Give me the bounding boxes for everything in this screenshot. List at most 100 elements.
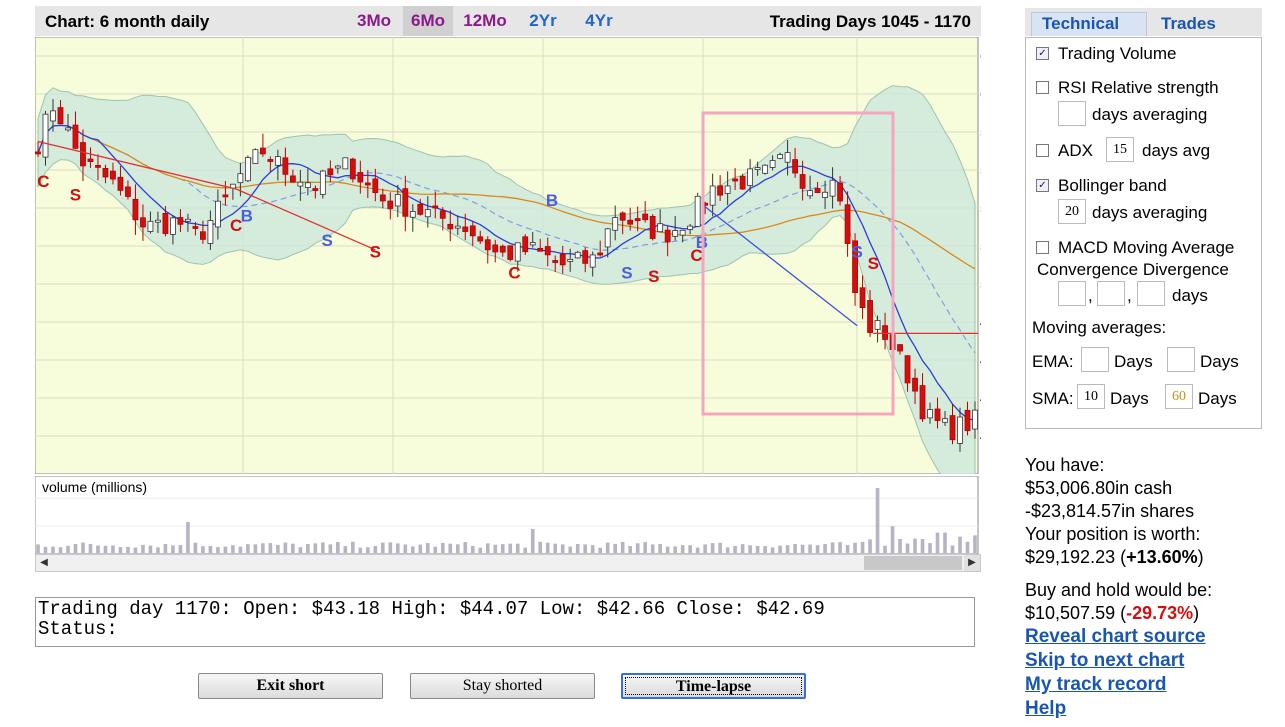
help-link[interactable]: Help [1025, 697, 1275, 721]
volume-bar [103, 545, 108, 553]
ema-days-label-2: Days [1200, 352, 1239, 371]
volume-bar [148, 545, 153, 553]
scroll-left-arrow-icon[interactable]: ◀ [36, 555, 52, 571]
tab-technical[interactable]: Technical [1042, 14, 1119, 34]
volume-bar [530, 528, 535, 553]
volume-bar [650, 544, 655, 553]
range-tab-4yr[interactable]: 4Yr [579, 6, 619, 36]
candle-body [162, 213, 169, 234]
chart-scrollbar[interactable]: ◀ ▶ [35, 554, 981, 572]
sma-label: SMA: [1032, 389, 1074, 408]
trade-signal-label: S [868, 254, 879, 273]
volume-bar [718, 542, 722, 553]
range-tab-12mo[interactable]: 12Mo [459, 6, 511, 36]
volume-bar [763, 546, 767, 553]
range-tab-2yr[interactable]: 2Yr [523, 6, 563, 36]
y-tick-label: 46 [980, 352, 981, 368]
volume-bar [965, 541, 970, 553]
candle-body [282, 157, 289, 175]
volume-bar [96, 545, 100, 553]
stay-shorted-button[interactable]: Stay shorted [410, 673, 595, 699]
candle-body [612, 217, 619, 231]
adx-days-input[interactable]: 15 [1106, 137, 1134, 162]
scroll-right-arrow-icon[interactable]: ▶ [964, 555, 980, 571]
y-tick-label: 48 [980, 314, 981, 330]
volume-bar [628, 545, 632, 553]
volume-bar [680, 545, 685, 553]
volume-bar [291, 543, 295, 553]
volume-bar [81, 542, 85, 553]
volume-bar [845, 545, 850, 553]
volume-bar [688, 545, 692, 553]
buy-hold-label: Buy and hold would be: [1025, 580, 1213, 600]
tab-trades[interactable]: Trades [1161, 14, 1216, 34]
trade-signal-label: B [546, 191, 558, 210]
candle-body [927, 409, 933, 419]
volume-bar [875, 487, 880, 553]
sma-input-1[interactable]: 10 [1077, 384, 1105, 409]
macd-input-3[interactable] [1137, 281, 1165, 306]
sma-days-label-2: Days [1198, 389, 1237, 408]
volume-bar [860, 541, 865, 553]
candle-body [837, 182, 843, 202]
candle-body [492, 244, 499, 253]
bollinger-days-input[interactable]: 20 [1058, 199, 1086, 224]
candle-body [244, 157, 251, 182]
volume-bar [725, 547, 730, 553]
time-lapse-button[interactable]: Time-lapse [621, 673, 806, 699]
candle-body [619, 212, 626, 221]
candle-body [859, 287, 866, 308]
panel-tabs: Technical Trades [1025, 8, 1262, 36]
range-tab-6mo[interactable]: 6Mo [403, 6, 453, 36]
candle-body [252, 149, 259, 164]
rsi-checkbox[interactable] [1036, 81, 1049, 94]
macd-checkbox[interactable] [1036, 241, 1049, 254]
macd-input-2[interactable] [1097, 281, 1125, 306]
ema-input-2[interactable] [1167, 347, 1195, 372]
candle-body [319, 170, 326, 195]
macd-label-line2: Convergence Divergence [1037, 260, 1229, 279]
adx-checkbox[interactable] [1036, 144, 1049, 157]
volume-bar [306, 544, 310, 553]
my-track-record-link[interactable]: My track record [1025, 673, 1275, 697]
candle-body [672, 230, 679, 237]
volume-bar [785, 545, 790, 553]
candle-body [657, 223, 664, 233]
volume-bar [665, 546, 670, 553]
ema-input-1[interactable] [1081, 347, 1109, 372]
candle-body [327, 168, 334, 176]
volume-bar [328, 544, 333, 553]
trading-volume-checkbox[interactable]: ✓ [1036, 47, 1049, 60]
macd-input-1[interactable] [1058, 281, 1086, 306]
reveal-chart-source-link[interactable]: Reveal chart source [1025, 625, 1275, 649]
candle-body [949, 415, 956, 441]
range-tab-3mo[interactable]: 3Mo [351, 6, 397, 36]
bollinger-checkbox[interactable]: ✓ [1036, 179, 1049, 192]
rsi-days-input[interactable] [1058, 101, 1086, 126]
volume-bar [733, 545, 737, 553]
candle-body [897, 344, 903, 352]
ema-label: EMA: [1032, 352, 1074, 371]
bollinger-days-label: days averaging [1092, 203, 1208, 222]
y-tick-label: 44 [980, 390, 981, 406]
sma-input-2[interactable]: 60 [1165, 384, 1193, 409]
volume-bar [643, 542, 647, 553]
trade-signal-label: C [508, 263, 520, 282]
volume-bar [830, 542, 835, 553]
candle-body [349, 158, 356, 180]
you-have-label: You have: [1025, 455, 1105, 475]
trade-signal-label: S [621, 263, 632, 282]
scroll-thumb[interactable] [864, 556, 962, 570]
volume-bar [321, 542, 325, 553]
candle-body [222, 194, 229, 198]
volume-bar [231, 545, 235, 553]
volume-bar [770, 547, 775, 553]
volume-bar [193, 542, 198, 553]
skip-to-next-chart-link[interactable]: Skip to next chart [1025, 649, 1275, 673]
volume-bar [958, 536, 962, 553]
volume-bar [126, 546, 130, 553]
exit-short-button[interactable]: Exit short [198, 673, 383, 699]
volume-chart: volume (millions) 2010 [35, 476, 979, 554]
volume-bar [815, 545, 820, 553]
candle-body [215, 200, 221, 228]
